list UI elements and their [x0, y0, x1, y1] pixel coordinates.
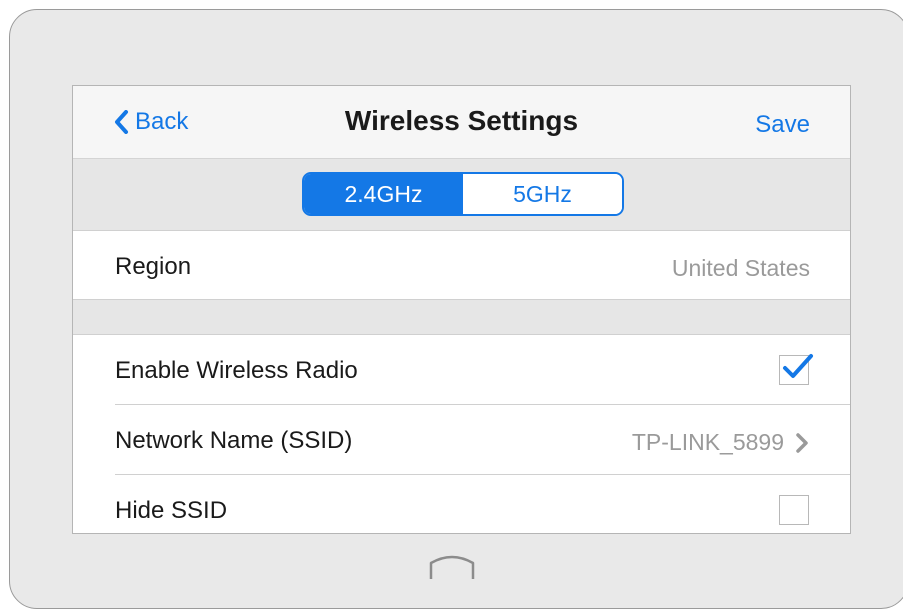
section-spacer — [73, 300, 850, 335]
home-button-icon[interactable] — [428, 553, 476, 586]
band-tab-2-4ghz[interactable]: 2.4GHz — [304, 174, 463, 214]
network-name-value-group: TP-LINK_5899 — [632, 429, 808, 456]
enable-wireless-radio-label: Enable Wireless Radio — [115, 357, 358, 384]
band-selector-bar: 2.4GHz 5GHz — [73, 159, 850, 231]
hide-ssid-checkbox[interactable] — [779, 495, 809, 525]
enable-wireless-radio-row[interactable]: Enable Wireless Radio — [73, 335, 850, 403]
page-title: Wireless Settings — [344, 105, 579, 136]
region-row: Region United States — [73, 231, 850, 300]
band-tab-5ghz[interactable]: 5GHz — [463, 174, 622, 214]
region-value: United States — [671, 255, 810, 281]
band-segmented-control: 2.4GHz 5GHz — [302, 172, 624, 216]
app-screen: Back Wireless Settings Save 2.4GHz 5GHz … — [72, 85, 851, 534]
chevron-right-icon — [796, 432, 808, 453]
hide-ssid-label: Hide SSID — [115, 497, 228, 524]
network-name-label: Network Name (SSID) — [115, 427, 353, 454]
checkmark-icon — [783, 354, 813, 378]
navigation-bar: Back Wireless Settings Save — [73, 86, 850, 159]
network-name-row[interactable]: Network Name (SSID) TP-LINK_5899 — [73, 405, 850, 473]
region-label: Region — [115, 253, 192, 280]
enable-wireless-radio-checkbox[interactable] — [779, 354, 813, 385]
network-name-value: TP-LINK_5899 — [631, 429, 784, 455]
save-button[interactable]: Save — [755, 111, 810, 139]
hide-ssid-row[interactable]: Hide SSID — [73, 475, 850, 533]
